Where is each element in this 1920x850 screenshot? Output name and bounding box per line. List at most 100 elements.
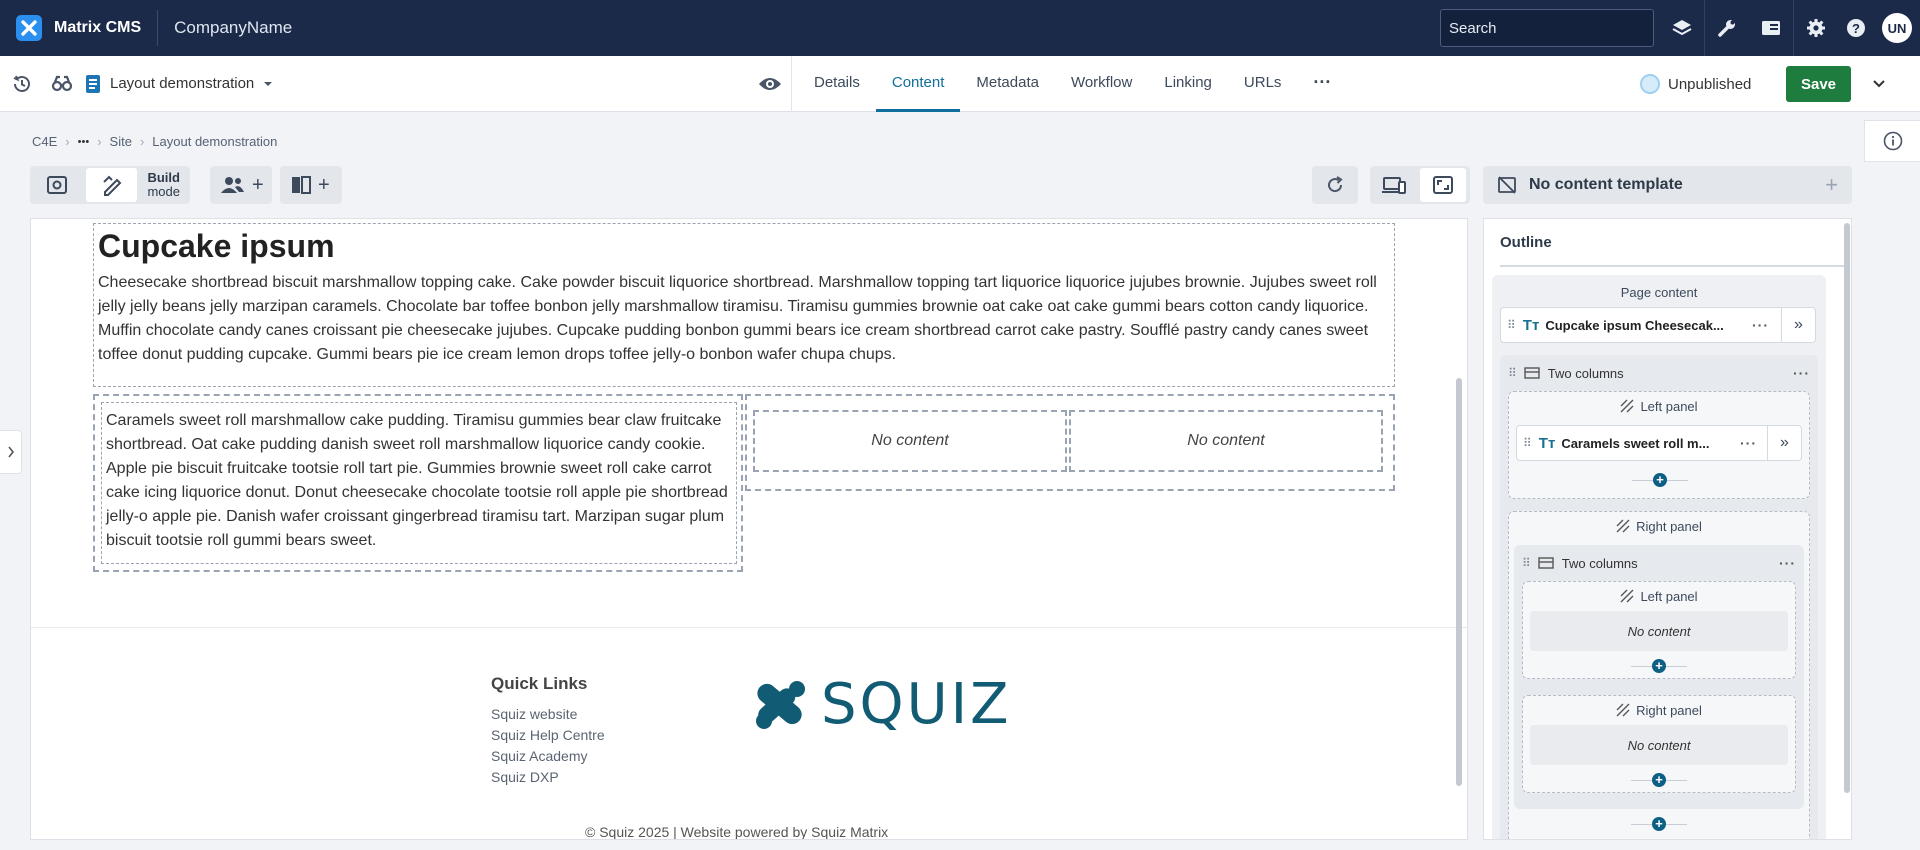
right-panel-text: Right panel	[1636, 702, 1702, 718]
find-button[interactable]	[44, 56, 80, 112]
add-template-button[interactable]: +	[1825, 172, 1838, 198]
users-icon	[221, 177, 244, 193]
two-columns-row[interactable]: ⠿ Two columns ···	[1508, 361, 1810, 385]
info-button[interactable]	[1864, 120, 1920, 162]
tab-linking[interactable]: Linking	[1148, 56, 1228, 112]
tab-details[interactable]: Details	[798, 56, 876, 112]
tab-workflow[interactable]: Workflow	[1055, 56, 1148, 112]
divider	[157, 10, 159, 46]
add-item-button[interactable]: +	[1631, 773, 1687, 787]
quick-link[interactable]: Squiz website	[491, 704, 605, 725]
more-options-icon[interactable]: ···	[1793, 365, 1810, 381]
publish-status[interactable]: Unpublished	[1640, 56, 1751, 112]
device-switcher	[1370, 166, 1470, 204]
quick-link[interactable]: Squiz Academy	[491, 746, 605, 767]
build-mode-button[interactable]	[85, 168, 138, 202]
two-columns-label: Two columns	[1561, 555, 1638, 571]
page-canvas: Cupcake ipsum Cheesecake shortbread bisc…	[30, 218, 1468, 840]
history-button[interactable]	[0, 56, 44, 112]
mode-switcher: Build mode	[30, 166, 190, 204]
outline-scrollbar[interactable]	[1844, 223, 1850, 793]
right-panel[interactable]: No content No content	[745, 394, 1395, 491]
app-name[interactable]: Matrix CMS	[54, 19, 141, 37]
asset-selector[interactable]: Layout demonstration	[84, 74, 274, 94]
drag-handle-icon[interactable]: ⠿	[1507, 318, 1516, 332]
add-component-bar[interactable]: +	[210, 166, 272, 204]
save-button[interactable]: Save	[1786, 66, 1851, 102]
add-item-button[interactable]: +	[1632, 473, 1688, 487]
columns-icon	[1538, 557, 1554, 569]
outline-item-text[interactable]: ⠿ Tт Caramels sweet roll m... ··· »	[1516, 425, 1802, 461]
drag-handle-icon[interactable]: ⠿	[1522, 556, 1531, 570]
quick-link[interactable]: Squiz DXP	[491, 767, 605, 788]
layers-button[interactable]	[1660, 0, 1704, 56]
help-button[interactable]: ?	[1838, 0, 1874, 56]
fullscreen-button[interactable]	[1420, 168, 1466, 202]
preview-icon	[46, 176, 67, 194]
search-input[interactable]	[1449, 19, 1648, 37]
tools-button[interactable]	[1705, 0, 1749, 56]
text-block[interactable]: Cupcake ipsum Cheesecake shortbread bisc…	[93, 223, 1395, 387]
more-options-icon[interactable]: ···	[1752, 317, 1769, 333]
preview-button[interactable]	[748, 56, 792, 112]
tab-metadata[interactable]: Metadata	[960, 56, 1055, 112]
search-box[interactable]	[1440, 9, 1654, 47]
refresh-bar[interactable]	[1312, 166, 1358, 204]
left-panel-text: Left panel	[1640, 398, 1698, 414]
asset-map-button[interactable]	[1749, 0, 1793, 56]
tab-urls[interactable]: URLs	[1228, 56, 1298, 112]
drag-handle-icon[interactable]: ⠿	[1508, 366, 1517, 380]
history-icon	[13, 75, 30, 92]
add-layout-bar[interactable]: +	[280, 166, 342, 204]
nested-right-panel-label: Right panel	[1522, 701, 1796, 719]
save-options-button[interactable]	[1864, 66, 1894, 102]
breadcrumb-item[interactable]: Site	[110, 134, 132, 149]
more-options-icon[interactable]: ···	[1740, 435, 1757, 451]
info-icon	[1883, 131, 1902, 151]
status-label: Unpublished	[1668, 75, 1752, 93]
chevron-right-icon	[7, 446, 14, 458]
more-tabs-button[interactable]: ···	[1297, 56, 1347, 112]
status-icon	[1640, 74, 1660, 94]
empty-left-panel[interactable]: No content	[753, 410, 1067, 472]
device-preview-button[interactable]	[1370, 166, 1418, 204]
build-label-line2: mode	[147, 184, 180, 199]
breadcrumb: C4E › ••• › Site › Layout demonstration	[32, 134, 277, 149]
add-item-button[interactable]: +	[1631, 817, 1687, 831]
nested-two-columns-row[interactable]: ⠿ Two columns ···	[1522, 551, 1796, 575]
canvas-scrollbar[interactable]	[1456, 378, 1462, 786]
preview-mode-button[interactable]	[30, 166, 84, 204]
settings-button[interactable]	[1794, 0, 1838, 56]
chevron-double-right-icon[interactable]: »	[1767, 425, 1801, 461]
add-icon: +	[252, 173, 264, 196]
outline-panel: Outline Page content ⠿ Tт Cupcake ipsum …	[1483, 218, 1852, 840]
text-type-icon: Tт	[1522, 316, 1540, 334]
quick-link[interactable]: Squiz Help Centre	[491, 725, 605, 746]
layout-icon	[292, 176, 311, 194]
tab-content[interactable]: Content	[875, 56, 961, 112]
quick-links-title: Quick Links	[491, 674, 588, 693]
block-paragraph: Cheesecake shortbread biscuit marshmallo…	[98, 274, 1377, 363]
wrench-icon	[1718, 20, 1735, 37]
expand-panel-button[interactable]	[0, 430, 22, 474]
breadcrumb-more[interactable]: •••	[78, 136, 90, 148]
add-item-button[interactable]: +	[1631, 659, 1687, 673]
matrix-logo-icon[interactable]	[16, 15, 42, 41]
build-label-line1: Build	[147, 170, 180, 185]
devices-icon	[1382, 177, 1406, 194]
chevron-double-right-icon[interactable]: »	[1781, 307, 1815, 343]
panel-icon	[1762, 21, 1780, 35]
user-avatar[interactable]: UN	[1882, 13, 1912, 43]
more-options-icon[interactable]: ···	[1779, 555, 1796, 571]
plus-icon: +	[1653, 473, 1667, 487]
text-block[interactable]: Caramels sweet roll marshmallow cake pud…	[101, 402, 737, 564]
asset-toolbar: Layout demonstration Details Content Met…	[0, 56, 1920, 112]
company-name[interactable]: CompanyName	[174, 18, 292, 38]
drag-handle-icon[interactable]: ⠿	[1523, 436, 1532, 450]
caret-down-icon	[264, 81, 273, 86]
outline-item-text[interactable]: ⠿ Tт Cupcake ipsum Cheesecak... ··· »	[1500, 307, 1816, 343]
breadcrumb-item[interactable]: C4E	[32, 134, 57, 149]
left-panel[interactable]: Caramels sweet roll marshmallow cake pud…	[93, 394, 743, 572]
block-paragraph: Caramels sweet roll marshmallow cake pud…	[106, 412, 728, 549]
empty-right-panel[interactable]: No content	[1069, 410, 1383, 472]
